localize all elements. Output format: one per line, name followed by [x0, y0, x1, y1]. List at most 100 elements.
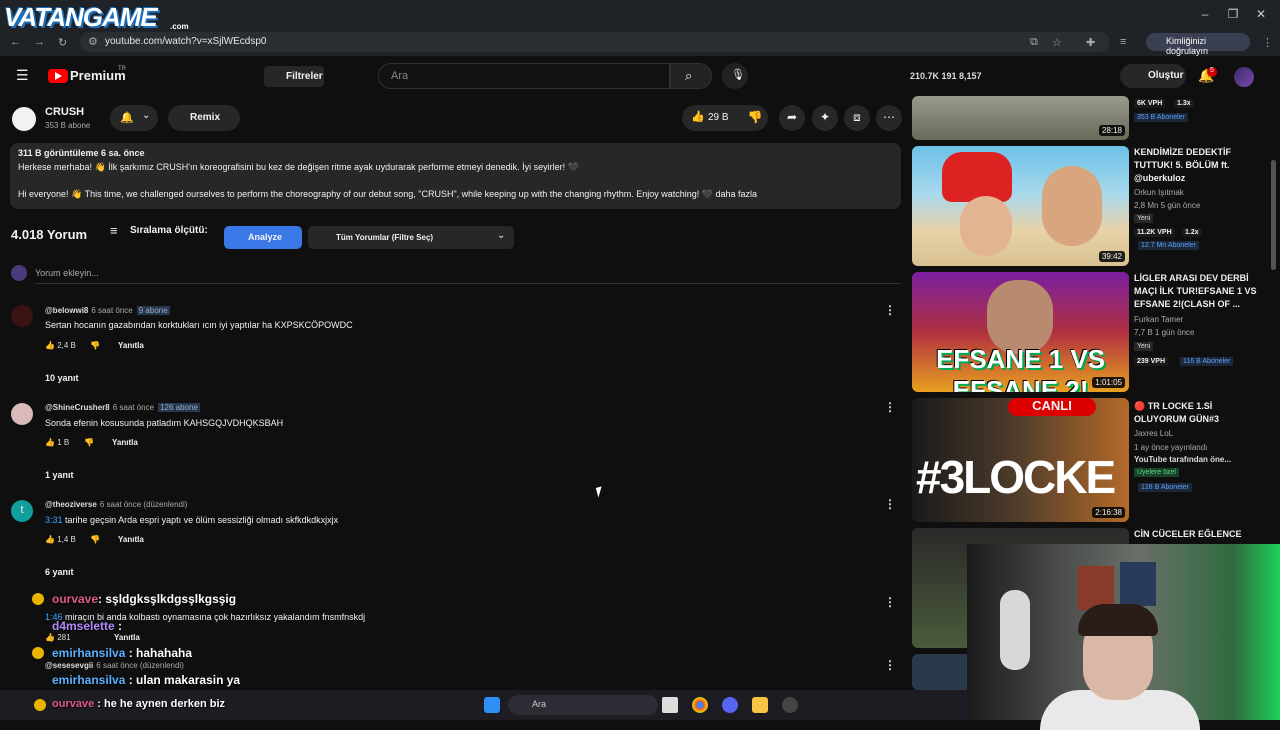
file-explorer-icon[interactable] [662, 697, 678, 713]
replies-toggle[interactable]: 6 yanıt [45, 567, 74, 577]
commenter-avatar[interactable] [11, 305, 33, 327]
comment-like-button[interactable]: 👍 1,4 B [45, 535, 76, 544]
reply-button[interactable]: Yanıtla [112, 438, 138, 447]
channel-avatar[interactable] [12, 107, 36, 131]
comment-author[interactable]: @belowwi8 [45, 306, 88, 315]
comment-menu-icon[interactable]: ⋮ [884, 400, 896, 414]
comment-author[interactable]: @ShineCrusher8 [45, 403, 110, 412]
comment-menu-icon[interactable]: ⋮ [884, 658, 896, 672]
youtube-logo-icon[interactable] [48, 69, 68, 83]
reply-button[interactable]: Yanıtla [114, 633, 140, 642]
vph-badge: 11.2K VPH [1134, 228, 1175, 237]
comment-menu-icon[interactable]: ⋮ [884, 595, 896, 609]
hamburger-menu-icon[interactable]: ☰ [16, 67, 29, 84]
search-input[interactable]: Ara [378, 63, 670, 89]
save-button[interactable]: ⧈ [844, 105, 870, 131]
forward-icon[interactable]: → [34, 36, 45, 48]
minimize-icon[interactable]: – [1198, 7, 1212, 21]
video-thumbnail[interactable]: 39:42 [912, 146, 1129, 266]
video-channel[interactable]: Jaxres LoL [1134, 429, 1173, 438]
comment-dislike-button[interactable]: 👎 [84, 438, 94, 447]
discord-icon[interactable] [722, 697, 738, 713]
video-thumbnail[interactable]: #3LOCKE CANLI 2:16:38 [912, 398, 1129, 522]
more-actions-button[interactable]: ⋯ [876, 105, 902, 131]
commenter-avatar[interactable] [11, 403, 33, 425]
profile-verify-button[interactable]: Kimliğinizi doğrulayın [1146, 33, 1250, 56]
comment-menu-icon[interactable]: ⋮ [884, 303, 896, 317]
comment-filter-select[interactable]: Tüm Yorumlar (Filtre Seç) [308, 226, 514, 249]
comment-dislike-button[interactable]: 👎 [90, 341, 100, 350]
video-duration: 2:16:38 [1092, 507, 1125, 518]
browser-menu-icon[interactable]: ⋮ [1262, 36, 1273, 49]
folder-icon[interactable] [752, 697, 768, 713]
create-button[interactable]: Oluştur [1120, 64, 1186, 88]
close-icon[interactable]: ✕ [1254, 7, 1268, 21]
site-info-icon[interactable]: ⚙ [88, 35, 98, 48]
video-thumbnail[interactable]: 28:18 [912, 96, 1129, 140]
subscription-bell-button[interactable]: 🔔 ⌄ [110, 105, 158, 131]
video-title[interactable]: 🔴 TR LOCKE 1.Sİ OLUYORUM GÜN#3 [1134, 400, 1259, 426]
reply-button[interactable]: Yanıtla [118, 535, 144, 544]
comment-dislike-button[interactable]: 👎 [90, 535, 100, 544]
page-scrollbar[interactable] [1271, 160, 1276, 270]
video-title[interactable]: LİGLER ARASI DEV DERBİ MAÇI İLK TUR!EFSA… [1134, 272, 1259, 311]
video-channel[interactable]: Furkan Tamer [1134, 315, 1183, 324]
obs-icon[interactable] [782, 697, 798, 713]
reply-button[interactable]: Yanıtla [118, 341, 144, 350]
remix-button[interactable]: Remix [168, 105, 240, 131]
share-button[interactable]: ➦ [779, 105, 805, 131]
chat-user: emirhansilva [52, 646, 126, 660]
channel-subs-badge: 353 B Aboneler [1134, 113, 1188, 122]
video-title[interactable]: CİN CÜCELER EĞLENCE [1134, 528, 1259, 541]
bookmark-star-icon[interactable]: ☆ [1052, 36, 1062, 49]
chrome-icon[interactable] [692, 697, 708, 713]
sort-by-button[interactable]: Sıralama ölçütü: [130, 225, 208, 236]
windows-start-icon[interactable] [484, 697, 500, 713]
sort-icon[interactable]: ≡ [110, 223, 118, 238]
comment-count: 4.018 Yorum [11, 227, 88, 242]
video-title[interactable]: KENDİMİZE DEDEKTİF TUTTUK! 5. BÖLÜM ft. … [1134, 146, 1259, 185]
url-text[interactable]: youtube.com/watch?v=xSjlWEcdsp0 [105, 36, 266, 47]
mic-icon: 🎙 [731, 69, 745, 81]
account-avatar[interactable] [1234, 67, 1254, 87]
comment-timestamp-link[interactable]: 3:31 [45, 515, 63, 525]
filter-button[interactable]: Filtreler [264, 66, 324, 87]
voice-search-button[interactable]: 🎙 [722, 63, 748, 89]
region-label: TR [118, 66, 126, 72]
channel-name[interactable]: CRUSH [45, 106, 84, 118]
chat-message: ourvave : he he aynen derken biz [52, 698, 225, 710]
replies-toggle[interactable]: 1 yanıt [45, 470, 74, 480]
video-channel[interactable]: Orkun Işıtmak [1134, 188, 1184, 197]
replies-toggle[interactable]: 10 yanıt [45, 373, 79, 383]
comment-author[interactable]: @sesesevgii [45, 661, 93, 670]
comment-like-button[interactable]: 👍 281 [45, 633, 71, 642]
add-comment-input[interactable]: Yorum ekleyin... [35, 268, 99, 278]
comment-like-count: 2,4 B [57, 341, 76, 350]
comment-like-button[interactable]: 👍 2,4 B [45, 341, 76, 350]
chat-user: emirhansilva [52, 673, 126, 687]
search-button[interactable]: ⌕ [670, 63, 712, 89]
commenter-avatar[interactable]: t [11, 500, 33, 522]
extensions-icon[interactable]: ✚ [1086, 36, 1095, 49]
chat-badge-icon [32, 647, 44, 659]
taskbar-search[interactable]: Ara [508, 695, 658, 715]
new-tag: Yeni [1134, 342, 1154, 351]
comment-like-button[interactable]: 👍 1 B [45, 438, 69, 447]
thumbnail-hat [942, 152, 1012, 202]
install-icon[interactable]: ⧉ [1030, 36, 1038, 49]
thumbnail-face [1042, 166, 1102, 246]
video-thumbnail[interactable]: EFSANE 1 VS EFSANE 2! 1:01:05 [912, 272, 1129, 392]
dislike-button[interactable]: 👎 [742, 105, 768, 131]
video-meta: 2,8 Mn 5 gün önce [1134, 201, 1201, 210]
reload-icon[interactable]: ↻ [58, 36, 67, 49]
wall-poster [1120, 562, 1156, 606]
comment-menu-icon[interactable]: ⋮ [884, 497, 896, 511]
reading-list-icon[interactable]: ≡ [1120, 36, 1126, 48]
analyze-button[interactable]: Analyze [224, 226, 302, 249]
maximize-icon[interactable]: ❐ [1226, 7, 1240, 21]
comment-author[interactable]: @theoziverse [45, 500, 97, 509]
ask-ai-button[interactable]: ✦ [812, 105, 838, 131]
back-icon[interactable]: ← [10, 36, 21, 48]
subscriber-badge: 9 abone [136, 306, 170, 315]
streamer-hair [1078, 604, 1158, 636]
